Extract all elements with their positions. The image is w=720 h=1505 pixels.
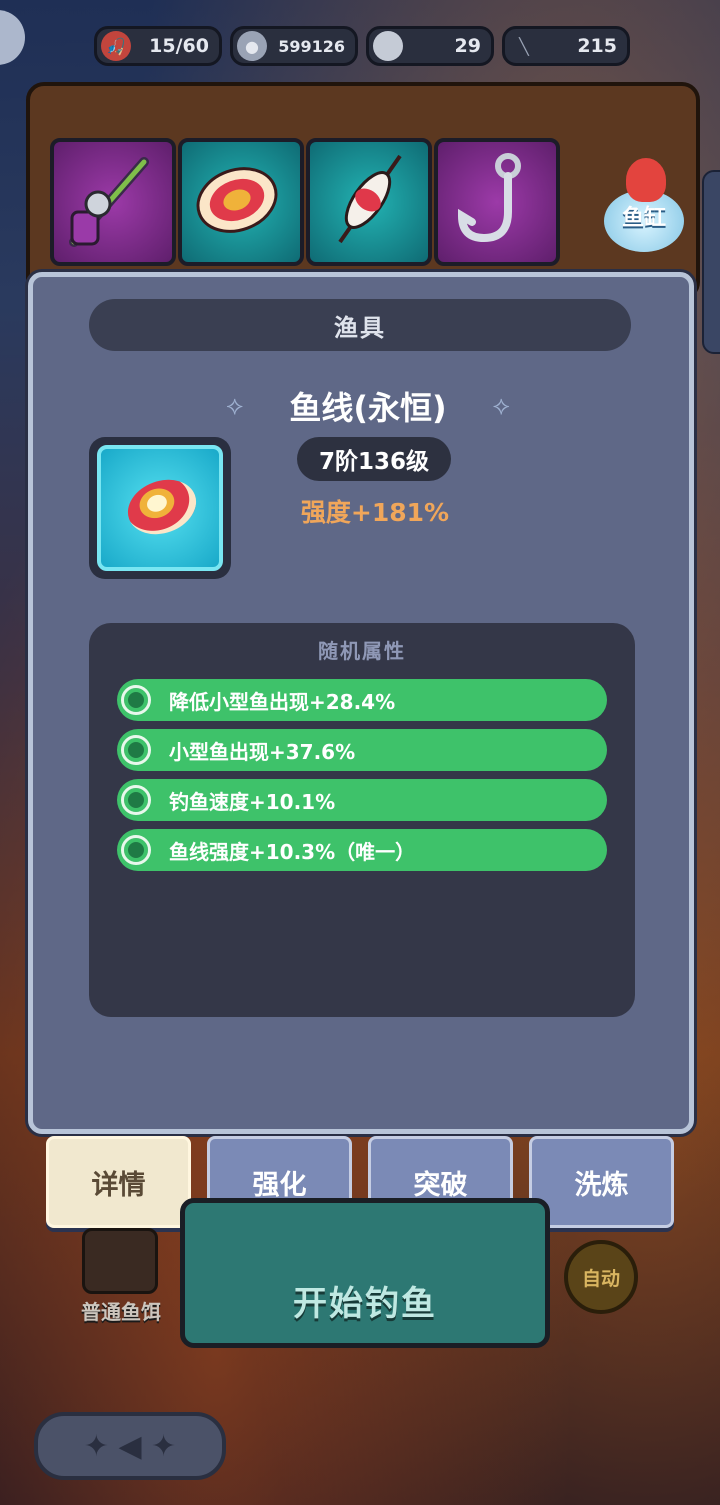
attribute-item: 钓鱼速度+10.1% <box>117 779 607 821</box>
back-icon: ✦ ◀ ✦ <box>83 1428 177 1464</box>
hook-slot[interactable] <box>434 138 560 266</box>
item-name: 鱼线(永恒) <box>289 389 447 427</box>
gear-panel: 鱼缸 <box>26 82 700 300</box>
fish-count-value: 15/60 <box>149 35 209 57</box>
attribute-list: 降低小型鱼出现+28.4% 小型鱼出现+37.6% 钓鱼速度+10.1% 鱼线强… <box>117 679 607 879</box>
rod-slot[interactable] <box>50 138 176 266</box>
item-level-badge: 7阶136级 <box>297 437 451 481</box>
pearl-icon <box>373 31 403 61</box>
back-button[interactable]: ✦ ◀ ✦ <box>34 1412 226 1480</box>
auto-label: 自动 <box>581 1267 620 1290</box>
rod-value: 215 <box>577 35 617 57</box>
attribute-item: 小型鱼出现+37.6% <box>117 729 607 771</box>
attribute-dot-icon <box>121 785 151 815</box>
pearl-value: 29 <box>454 35 481 57</box>
fishing-line-icon <box>196 167 278 233</box>
attribute-item: 降低小型鱼出现+28.4% <box>117 679 607 721</box>
fishtank-button[interactable]: 鱼缸 <box>598 132 690 252</box>
bait-slot[interactable] <box>82 1228 158 1294</box>
attribute-dot-icon <box>121 685 151 715</box>
modal-title: 渔具 <box>89 299 631 351</box>
hook-icon <box>457 153 521 243</box>
coin-value: 599126 <box>278 36 345 56</box>
item-icon-frame <box>89 437 231 579</box>
rod-icon: ╲ <box>519 36 529 56</box>
item-name-row: ⟡ 鱼线(永恒) ⟡ <box>203 383 533 429</box>
line-slot[interactable] <box>178 138 304 266</box>
coin-resource: ● 599126 <box>230 26 358 66</box>
gear-detail-modal: 渔具 ⟡ 鱼线(永恒) ⟡ 7阶136级 强度+181% 随机属性 降低小型鱼出… <box>28 272 694 1134</box>
start-fishing-label: 开始钓鱼 <box>293 1284 437 1324</box>
resource-bar: 🎣 15/60 ● 599126 29 ╲ 215 <box>94 26 630 66</box>
attribute-item: 鱼线强度+10.3%（唯一） <box>117 829 607 871</box>
auto-button[interactable]: 自动 <box>564 1240 638 1314</box>
float-icon <box>338 154 402 244</box>
side-drawer-handle[interactable] <box>702 170 720 354</box>
random-attributes-title: 随机属性 <box>318 639 406 663</box>
item-strength: 强度+181% <box>300 498 450 527</box>
left-fish-ornament-icon: ⟡ <box>226 390 244 421</box>
attribute-text: 降低小型鱼出现+28.4% <box>169 689 396 714</box>
rod-resource: ╲ 215 <box>502 26 630 66</box>
fishtank-label: 鱼缸 <box>621 206 666 231</box>
fish-count-resource: 🎣 15/60 <box>94 26 222 66</box>
start-fishing-button[interactable]: 开始钓鱼 <box>180 1198 550 1348</box>
coin-icon: ● <box>237 31 267 61</box>
tab-detail[interactable]: 详情 <box>46 1136 191 1228</box>
item-icon <box>97 445 223 571</box>
attribute-dot-icon <box>121 835 151 865</box>
attribute-text: 钓鱼速度+10.1% <box>169 789 336 814</box>
right-fish-ornament-icon: ⟡ <box>492 390 510 421</box>
tab-refine[interactable]: 洗炼 <box>529 1136 674 1228</box>
bait-label: 普通鱼饵 <box>81 1300 161 1324</box>
pearl-resource: 29 <box>366 26 494 66</box>
random-attributes-box: 随机属性 降低小型鱼出现+28.4% 小型鱼出现+37.6% 钓鱼速度+10.1… <box>89 623 635 1017</box>
attribute-dot-icon <box>121 735 151 765</box>
attribute-text: 鱼线强度+10.3%（唯一） <box>169 839 416 864</box>
spool-icon <box>120 470 204 544</box>
fisherman-icon: 🎣 <box>101 31 131 61</box>
fishing-rod-icon <box>69 157 149 247</box>
float-slot[interactable] <box>306 138 432 266</box>
attribute-text: 小型鱼出现+37.6% <box>169 739 356 764</box>
